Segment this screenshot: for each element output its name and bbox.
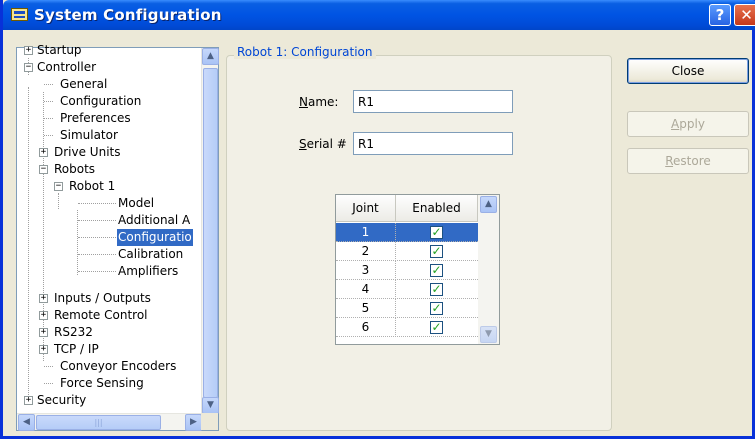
close-button[interactable]: Close <box>627 58 749 84</box>
tree-line <box>28 87 29 401</box>
enabled-cell: ✓ <box>396 318 478 337</box>
joints-table[interactable]: Joint Enabled 1 ✓ 2 ✓ 3 ✓ 4 ✓ 5 ✓ 6 ✓ ▲ ▼ <box>335 194 500 345</box>
enabled-checkbox[interactable]: ✓ <box>430 302 443 315</box>
tree-line <box>44 366 53 367</box>
tree-item-label: Force Sensing <box>60 376 144 390</box>
tree-item-label: Conveyor Encoders <box>60 359 177 373</box>
tree-line <box>44 383 53 384</box>
scroll-up-icon[interactable]: ▲ <box>480 196 497 213</box>
tree-line <box>44 135 53 136</box>
table-row[interactable]: 4 ✓ <box>336 280 478 299</box>
tree-item-label: Model <box>118 196 155 210</box>
tree-line <box>78 254 116 255</box>
window-title: System Configuration <box>34 6 222 24</box>
configuration-tree[interactable]: + Startup − Controller General Configura… <box>16 43 219 431</box>
enabled-cell: ✓ <box>396 299 478 318</box>
expand-icon[interactable]: + <box>39 148 48 157</box>
close-window-button[interactable]: ✕ <box>734 4 755 26</box>
enabled-checkbox[interactable]: ✓ <box>430 226 443 239</box>
table-row[interactable]: 6 ✓ <box>336 318 478 337</box>
scroll-left-icon[interactable]: ◀ <box>18 414 35 431</box>
tree-line <box>78 203 116 204</box>
table-row[interactable]: 3 ✓ <box>336 261 478 280</box>
tree-item-label: Additional A <box>118 213 191 227</box>
tree-item-label: General <box>60 77 108 91</box>
expand-icon[interactable]: + <box>39 294 48 303</box>
tree-item-label: Drive Units <box>54 145 121 159</box>
scroll-thumb[interactable]: ||| <box>36 415 161 430</box>
tree-item-label: Security <box>37 393 87 407</box>
scroll-thumb[interactable] <box>203 68 218 398</box>
expand-icon[interactable]: + <box>39 311 48 320</box>
tree-item-label: Calibration <box>118 247 184 261</box>
table-vertical-scrollbar[interactable]: ▲ ▼ <box>478 195 499 344</box>
scrollbar-corner <box>201 413 218 430</box>
expand-icon[interactable]: + <box>39 328 48 337</box>
name-label: Name: <box>299 95 339 109</box>
enabled-cell: ✓ <box>396 223 478 242</box>
joint-number: 5 <box>336 299 396 318</box>
tree-item-label: Robot 1 <box>69 179 116 193</box>
system-configuration-window: System Configuration ? ✕ + Startup − Con… <box>0 0 755 439</box>
serial-field[interactable] <box>353 132 513 155</box>
tree-item-label: Remote Control <box>54 308 148 322</box>
table-row[interactable]: 5 ✓ <box>336 299 478 318</box>
column-header-joint[interactable]: Joint <box>336 195 396 222</box>
tree-item-label: Startup <box>37 43 82 57</box>
tree-item-label: TCP / IP <box>54 342 99 356</box>
tree-vertical-scrollbar[interactable]: ▲ ▼ <box>201 48 219 414</box>
tree-item-label: Configuration <box>60 94 142 108</box>
enabled-cell: ✓ <box>396 261 478 280</box>
joint-number: 3 <box>336 261 396 280</box>
group-title: Robot 1: Configuration <box>234 45 376 59</box>
tree-line <box>58 193 59 209</box>
scroll-down-icon[interactable]: ▼ <box>480 326 497 343</box>
tree-line <box>44 84 53 85</box>
expand-icon[interactable]: + <box>24 396 33 405</box>
scroll-right-icon[interactable]: ▶ <box>185 414 202 431</box>
collapse-icon[interactable]: − <box>24 63 33 72</box>
tree-line <box>78 271 116 272</box>
tree-line <box>43 92 44 361</box>
collapse-icon[interactable]: − <box>54 182 63 191</box>
column-header-enabled[interactable]: Enabled <box>396 195 478 222</box>
tree-line <box>44 118 53 119</box>
tree-horizontal-scrollbar[interactable]: ◀ ||| ▶ <box>17 413 203 431</box>
help-button[interactable]: ? <box>709 4 731 26</box>
tree-item-label: Inputs / Outputs <box>54 291 151 305</box>
tree-item-label-selected: Configuratio <box>117 229 193 246</box>
enabled-checkbox[interactable]: ✓ <box>430 321 443 334</box>
enabled-cell: ✓ <box>396 280 478 299</box>
app-icon <box>11 8 28 21</box>
enabled-checkbox[interactable]: ✓ <box>430 245 443 258</box>
tree-line <box>78 237 116 238</box>
expand-icon[interactable]: + <box>39 345 48 354</box>
tree-item-label: Robots <box>54 162 96 176</box>
title-bar[interactable]: System Configuration ? ✕ <box>3 0 755 30</box>
tree-line <box>44 101 53 102</box>
table-row[interactable]: 2 ✓ <box>336 242 478 261</box>
tree-item-label: Simulator <box>60 128 118 142</box>
tree-item-label: Preferences <box>60 111 131 125</box>
serial-label: Serial # <box>299 137 347 151</box>
joint-number: 4 <box>336 280 396 299</box>
expand-icon[interactable]: + <box>24 46 33 55</box>
joint-number: 1 <box>336 223 396 242</box>
scroll-up-icon[interactable]: ▲ <box>202 48 219 65</box>
enabled-checkbox[interactable]: ✓ <box>430 283 443 296</box>
joint-number: 2 <box>336 242 396 261</box>
tree-line <box>78 220 116 221</box>
enabled-cell: ✓ <box>396 242 478 261</box>
joint-number: 6 <box>336 318 396 337</box>
tree-item-label: Controller <box>37 60 97 74</box>
apply-button[interactable]: Apply <box>627 111 749 137</box>
table-row[interactable]: 1 ✓ <box>336 223 478 242</box>
restore-button[interactable]: Restore <box>627 148 749 174</box>
tree-item-label: Amplifiers <box>118 264 179 278</box>
name-field[interactable] <box>353 90 513 113</box>
enabled-checkbox[interactable]: ✓ <box>430 264 443 277</box>
scroll-down-icon[interactable]: ▼ <box>202 397 219 414</box>
collapse-icon[interactable]: − <box>39 165 48 174</box>
tree-item-label: RS232 <box>54 325 93 339</box>
